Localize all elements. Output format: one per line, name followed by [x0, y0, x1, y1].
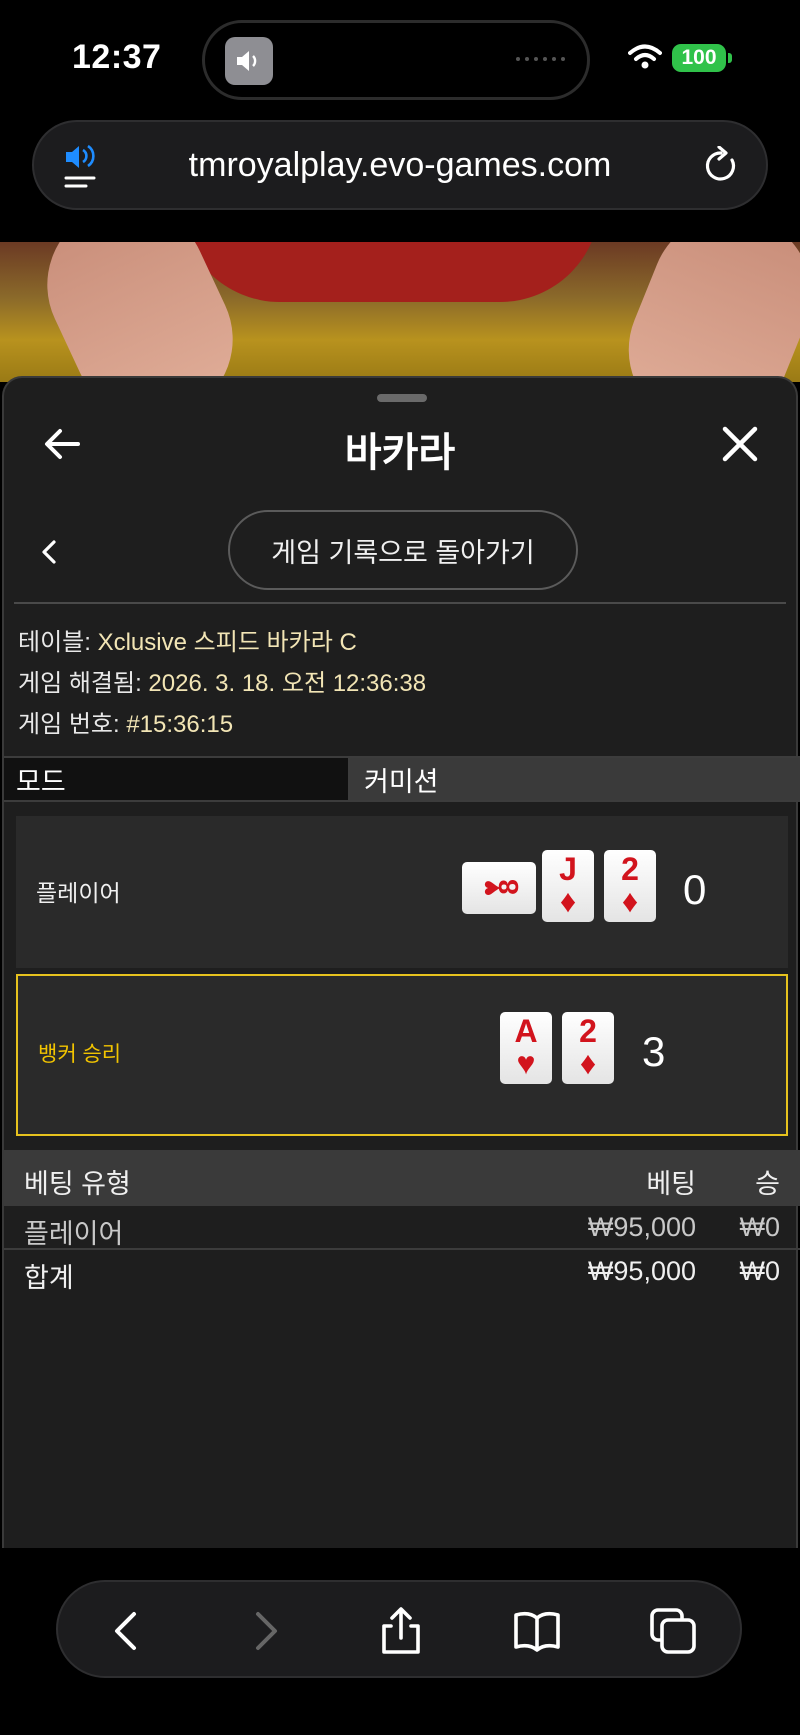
total-win: ₩0 — [739, 1256, 781, 1286]
browser-toolbar — [56, 1580, 742, 1678]
dealer-arm-right — [604, 242, 800, 382]
banker-win-label: 뱅커 승리 — [38, 1043, 122, 1066]
tab-mode[interactable]: 모드 — [4, 758, 350, 800]
live-video-feed — [0, 242, 800, 382]
table-row: 플레이어 ₩95,000 ₩0 — [4, 1206, 800, 1250]
total-bet: ₩95,000 — [587, 1256, 696, 1286]
bet-type-cell: 플레이어 — [24, 1219, 124, 1249]
table-value: Xclusive 스피드 바카라 C — [97, 629, 357, 656]
clock: 12:37 — [72, 38, 162, 76]
reload-icon[interactable] — [702, 145, 740, 191]
resolved-info-row: 게임 해결됨: 2026. 3. 18. 오전 12:36:38 — [18, 663, 426, 704]
dealer-figure — [180, 242, 600, 302]
sheet-grabber[interactable] — [377, 394, 427, 402]
wifi-icon — [628, 44, 662, 75]
screen: 12:37 100 tmroyalplay.evo-games.com 바카라 … — [0, 0, 800, 1735]
back-icon[interactable] — [102, 1606, 152, 1656]
playing-card: A ♥ — [500, 1012, 552, 1084]
dynamic-island[interactable] — [202, 20, 590, 100]
tab-commission[interactable]: 커미션 — [350, 758, 800, 800]
bookmarks-icon[interactable] — [512, 1606, 562, 1656]
resolved-label: 게임 해결됨: — [18, 670, 142, 697]
playing-card: ♥ 8 — [462, 862, 536, 914]
island-dots — [516, 57, 565, 61]
banker-hand: 뱅커 승리 A ♥ 2 ♦ 3 — [16, 974, 788, 1136]
status-bar: 12:37 100 — [0, 0, 800, 120]
player-hand: 플레이어 ♥ 8 J ♦ 2 ♦ 0 — [16, 816, 788, 968]
player-hand-label: 플레이어 — [36, 880, 121, 906]
playing-card: 2 ♦ — [604, 850, 656, 922]
banker-score: 3 — [642, 1028, 666, 1075]
url-bar[interactable]: tmroyalplay.evo-games.com — [32, 120, 768, 210]
forward-icon[interactable] — [240, 1606, 290, 1656]
playing-card: 2 ♦ — [562, 1012, 614, 1084]
divider — [14, 602, 786, 604]
speaker-icon — [225, 37, 273, 85]
sheet-title: 바카라 — [344, 431, 456, 475]
view-tabs: 모드 커미션 — [4, 756, 800, 802]
game-detail-sheet: 바카라 게임 기록으로 돌아가기 테이블: Xclusive 스피드 바카라 C… — [2, 376, 800, 1548]
chevron-left-icon[interactable] — [38, 534, 62, 570]
win-amount-header: 승 — [755, 1169, 780, 1199]
bet-type-header: 베팅 유형 — [24, 1169, 131, 1199]
bets-table-header: 베팅 유형 베팅 승 — [4, 1150, 800, 1206]
bet-amount-header: 베팅 — [646, 1169, 696, 1199]
share-icon[interactable] — [376, 1606, 426, 1656]
table-label: 테이블: — [18, 629, 91, 656]
playing-card: J ♦ — [542, 850, 594, 922]
bet-amount-cell: ₩95,000 — [587, 1212, 696, 1242]
total-label: 합계 — [24, 1263, 74, 1293]
game-info: 테이블: Xclusive 스피드 바카라 C 게임 해결됨: 2026. 3.… — [18, 622, 426, 745]
game-number-row: 게임 번호: #15:36:15 — [18, 704, 426, 745]
table-info-row: 테이블: Xclusive 스피드 바카라 C — [18, 622, 426, 663]
game-number-label: 게임 번호: — [18, 711, 120, 738]
close-icon[interactable] — [720, 424, 760, 464]
back-to-history-button[interactable]: 게임 기록으로 돌아가기 — [228, 510, 578, 590]
win-amount-cell: ₩0 — [739, 1212, 781, 1242]
resolved-value: 2026. 3. 18. 오전 12:36:38 — [148, 670, 427, 697]
url-text[interactable]: tmroyalplay.evo-games.com — [34, 146, 766, 185]
battery-indicator: 100 — [672, 44, 732, 72]
game-number-value: #15:36:15 — [126, 711, 234, 738]
player-score: 0 — [683, 866, 707, 913]
tabs-icon[interactable] — [648, 1606, 698, 1656]
total-row: 합계 ₩95,000 ₩0 — [4, 1250, 800, 1294]
